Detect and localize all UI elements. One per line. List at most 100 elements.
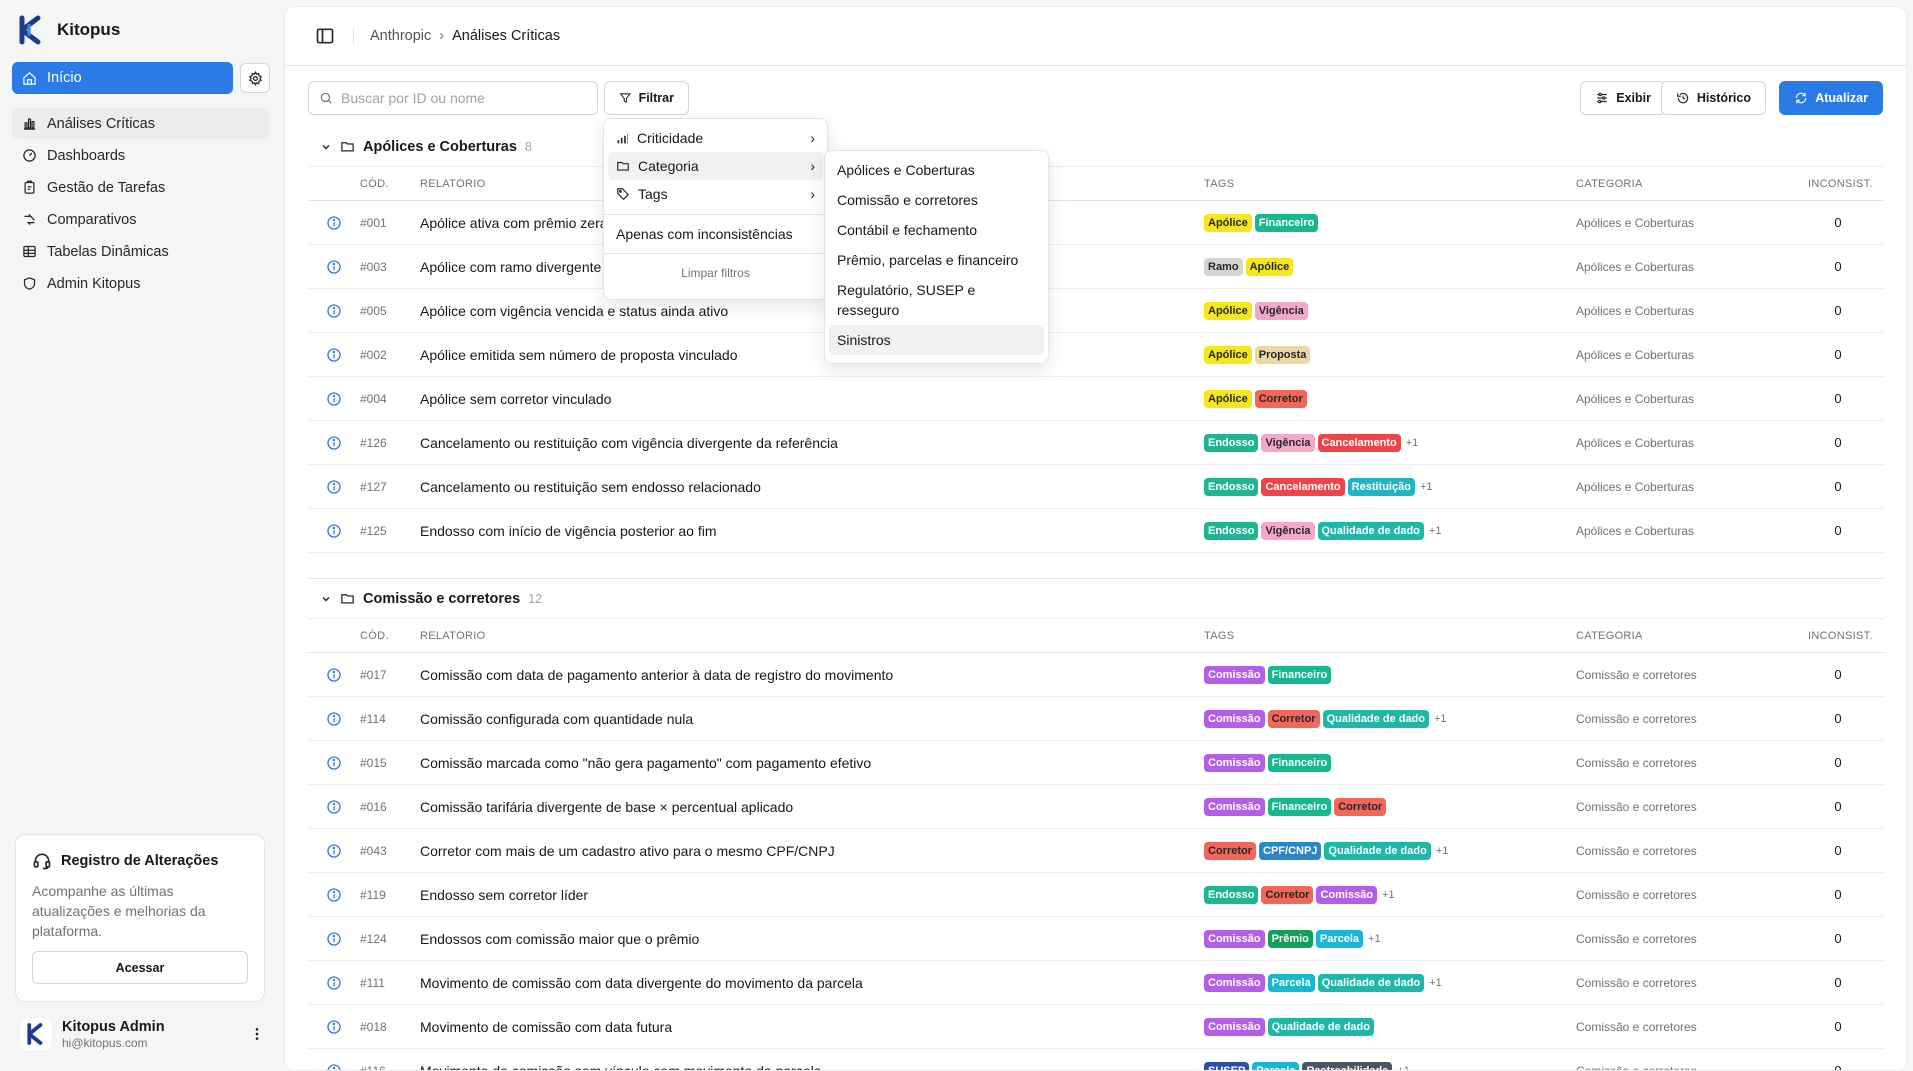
info-icon[interactable] [326, 1019, 342, 1035]
table-row[interactable]: #116 Movimento de comissão sem vínculo co… [308, 1049, 1884, 1071]
row-info[interactable] [308, 303, 360, 319]
sidebar-item-gestao-tarefas[interactable]: Gestão de Tarefas [12, 172, 270, 203]
display-button[interactable]: Exibir [1580, 81, 1666, 115]
report-name[interactable]: Comissão tarifária divergente de base × … [420, 799, 1204, 815]
filter-only-inconsistencies[interactable]: Apenas com inconsistências [608, 221, 823, 247]
table-row[interactable]: #124 Endossos com comissão maior que o pr… [308, 917, 1884, 961]
info-icon[interactable] [326, 667, 342, 683]
row-info[interactable] [308, 975, 360, 991]
row-info[interactable] [308, 523, 360, 539]
info-icon[interactable] [326, 975, 342, 991]
info-icon[interactable] [326, 931, 342, 947]
info-icon[interactable] [326, 479, 342, 495]
row-info[interactable] [308, 1019, 360, 1035]
report-name[interactable]: Comissão marcada como "não gera pagament… [420, 755, 1204, 771]
settings-button[interactable] [240, 63, 270, 93]
info-icon[interactable] [326, 843, 342, 859]
row-info[interactable] [308, 347, 360, 363]
column-header-code[interactable]: CÓD. [360, 178, 420, 190]
table-row[interactable]: #001 Apólice ativa com prêmio zerado Apóli… [308, 201, 1884, 245]
more-vertical-icon[interactable] [249, 1026, 265, 1042]
info-icon[interactable] [326, 887, 342, 903]
sidebar-item-tabelas-dinamicas[interactable]: Tabelas Dinâmicas [12, 236, 270, 267]
info-icon[interactable] [326, 1063, 342, 1071]
row-info[interactable] [308, 799, 360, 815]
row-info[interactable] [308, 391, 360, 407]
column-header-category[interactable]: CATEGORIA [1576, 630, 1808, 642]
report-name[interactable]: Endossos com comissão maior que o prêmio [420, 931, 1204, 947]
row-info[interactable] [308, 1063, 360, 1071]
row-info[interactable] [308, 931, 360, 947]
info-icon[interactable] [326, 303, 342, 319]
row-info[interactable] [308, 755, 360, 771]
info-icon[interactable] [326, 523, 342, 539]
column-header-inconsistencies[interactable]: INCONSIST. [1808, 178, 1872, 190]
row-info[interactable] [308, 887, 360, 903]
table-row[interactable]: #005 Apólice com vigência vencida e statu… [308, 289, 1884, 333]
brand[interactable]: Kitopus [12, 12, 270, 48]
table-row[interactable]: #043 Corretor com mais de um cadastro ati… [308, 829, 1884, 873]
table-row[interactable]: #126 Cancelamento ou restituição com vigê… [308, 421, 1884, 465]
column-header-code[interactable]: CÓD. [360, 630, 420, 642]
group-header[interactable]: Apólices e Coberturas 8 [308, 127, 1884, 167]
table-row[interactable]: #114 Comissão configurada com quantidade … [308, 697, 1884, 741]
report-name[interactable]: Endosso com início de vigência posterior… [420, 523, 1204, 539]
table-row[interactable]: #125 Endosso com início de vigência poste… [308, 509, 1884, 553]
report-name[interactable]: Corretor com mais de um cadastro ativo p… [420, 843, 1204, 859]
row-info[interactable] [308, 843, 360, 859]
report-name[interactable]: Endosso sem corretor líder [420, 887, 1204, 903]
table-row[interactable]: #017 Comissão com data de pagamento anter… [308, 653, 1884, 697]
sidebar-item-comparativos[interactable]: Comparativos [12, 204, 270, 235]
column-header-tags[interactable]: TAGS [1204, 630, 1576, 642]
table-row[interactable]: #127 Cancelamento ou restituição sem endo… [308, 465, 1884, 509]
table-row[interactable]: #002 Apólice emitida sem número de propos… [308, 333, 1884, 377]
column-header-inconsistencies[interactable]: INCONSIST. [1808, 630, 1872, 642]
sidebar-item-admin-kitopus[interactable]: Admin Kitopus [12, 268, 270, 299]
filter-clear-button[interactable]: Limpar filtros [608, 260, 823, 280]
report-name[interactable]: Movimento de comissão sem vínculo com mo… [420, 1063, 1204, 1071]
report-name[interactable]: Movimento de comissão com data futura [420, 1019, 1204, 1035]
category-option[interactable]: Apólices e Coberturas [829, 155, 1044, 185]
chevron-down-icon[interactable] [320, 593, 332, 605]
user-profile[interactable]: Kitopus Admin hi@kitopus.com [20, 1018, 265, 1050]
category-option[interactable]: Regulatório, SUSEP e resseguro [829, 275, 1044, 325]
sidebar-toggle-icon[interactable] [315, 26, 335, 46]
table-row[interactable]: #018 Movimento de comissão com data futur… [308, 1005, 1884, 1049]
row-info[interactable] [308, 435, 360, 451]
table-row[interactable]: #004 Apólice sem corretor vinculado Apólic… [308, 377, 1884, 421]
info-icon[interactable] [326, 347, 342, 363]
sidebar-item-analises-criticas[interactable]: Análises Críticas [12, 108, 270, 139]
breadcrumb-root[interactable]: Anthropic [370, 28, 431, 44]
chevron-down-icon[interactable] [320, 141, 332, 153]
row-info[interactable] [308, 215, 360, 231]
report-name[interactable]: Apólice sem corretor vinculado [420, 391, 1204, 407]
report-name[interactable]: Movimento de comissão com data divergent… [420, 975, 1204, 991]
sidebar-item-home[interactable]: Início [12, 62, 233, 94]
info-icon[interactable] [326, 259, 342, 275]
category-option[interactable]: Comissão e corretores [829, 185, 1044, 215]
table-row[interactable]: #016 Comissão tarifária divergente de bas… [308, 785, 1884, 829]
column-header-tags[interactable]: TAGS [1204, 178, 1576, 190]
report-name[interactable]: Cancelamento ou restituição sem endosso … [420, 479, 1204, 495]
row-info[interactable] [308, 711, 360, 727]
table-row[interactable]: #003 Apólice com ramo divergente Ramo Apóli… [308, 245, 1884, 289]
category-option[interactable]: Prêmio, parcelas e financeiro [829, 245, 1044, 275]
column-header-category[interactable]: CATEGORIA [1576, 178, 1808, 190]
info-icon[interactable] [326, 215, 342, 231]
filter-menu-criticidade[interactable]: Criticidade › [608, 124, 823, 152]
report-name[interactable]: Apólice emitida sem número de proposta v… [420, 347, 1204, 363]
row-info[interactable] [308, 259, 360, 275]
table-row[interactable]: #015 Comissão marcada como "não gera paga… [308, 741, 1884, 785]
column-header-report[interactable]: RELATÓRIO [420, 630, 1204, 642]
info-icon[interactable] [326, 435, 342, 451]
search-input[interactable] [341, 90, 597, 106]
changelog-access-button[interactable]: Acessar [32, 951, 248, 984]
filter-menu-categoria[interactable]: Categoria › [608, 152, 823, 180]
info-icon[interactable] [326, 755, 342, 771]
sidebar-item-dashboards[interactable]: Dashboards [12, 140, 270, 171]
history-button[interactable]: Histórico [1660, 81, 1766, 115]
category-option[interactable]: Sinistros [829, 325, 1044, 355]
table-row[interactable]: #119 Endosso sem corretor líder Endosso Cor… [308, 873, 1884, 917]
report-name[interactable]: Apólice com vigência vencida e status ai… [420, 303, 1204, 319]
filter-menu-tags[interactable]: Tags › [608, 180, 823, 208]
